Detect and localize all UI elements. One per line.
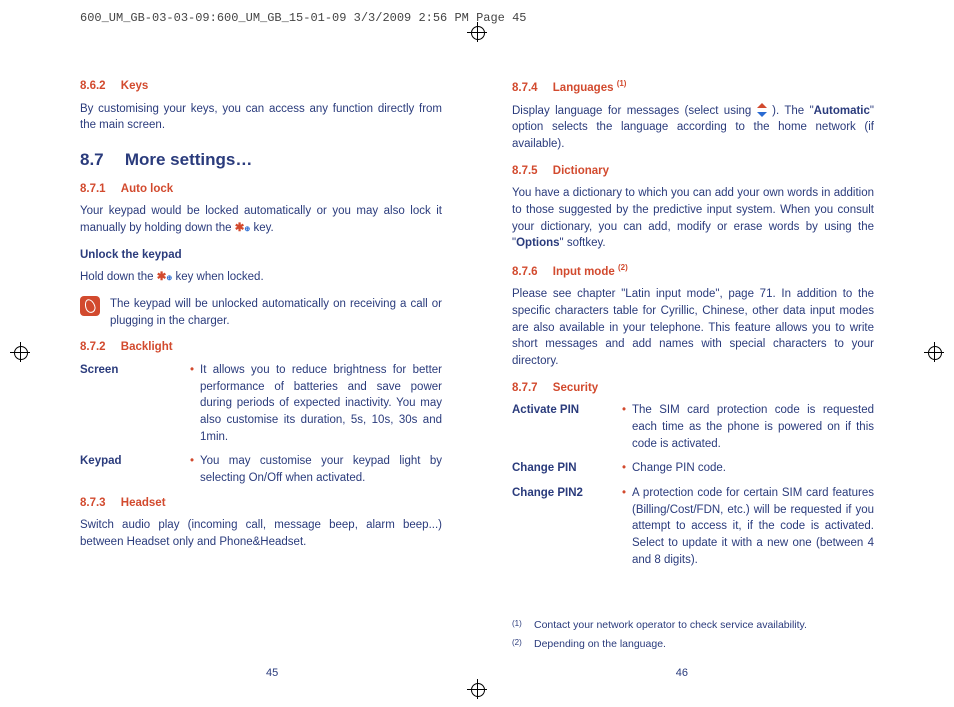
page-number-45: 45 [266, 666, 278, 682]
heading-8-7-1: 8.7.1 Auto lock [80, 181, 442, 198]
footnote-mark: (2) [512, 637, 534, 652]
note-callout: The keypad will be unlocked automaticall… [80, 296, 442, 329]
text-fragment: key when locked. [175, 271, 263, 283]
section-number: 8.7.2 [80, 341, 106, 353]
bold-term: Options [516, 237, 559, 249]
definition-row-change-pin: Change PIN Change PIN code. [512, 460, 874, 477]
definition-desc: It allows you to reduce brightness for b… [190, 362, 442, 445]
heading-8-6-2: 8.6.2 Keys [80, 78, 442, 95]
text-fragment: Display language for messages (select us… [512, 105, 757, 117]
body-text: Please see chapter "Latin input mode", p… [512, 286, 874, 369]
up-down-arrow-icon [757, 103, 767, 117]
heading-8-7-6: 8.7.6 Input mode (2) [512, 262, 874, 281]
section-title: More settings… [125, 150, 253, 169]
section-number: 8.7.7 [512, 382, 538, 394]
body-text: Display language for messages (select us… [512, 103, 874, 153]
body-text: Switch audio play (incoming call, messag… [80, 517, 442, 550]
definition-term: Screen [80, 362, 190, 445]
registration-mark-top [467, 22, 487, 42]
title-text: Languages [553, 82, 617, 94]
definition-desc: Change PIN code. [622, 460, 874, 477]
heading-8-7-3: 8.7.3 Headset [80, 495, 442, 512]
section-number: 8.7.1 [80, 183, 106, 195]
text-fragment: ). The " [772, 105, 814, 117]
heading-8-7: 8.7 More settings… [80, 148, 442, 173]
note-text: The keypad will be unlocked automaticall… [110, 296, 442, 329]
definition-term: Change PIN2 [512, 485, 622, 568]
registration-mark-right [924, 342, 944, 362]
lightbulb-icon [80, 296, 100, 316]
section-number: 8.7.3 [80, 497, 106, 509]
heading-8-7-7: 8.7.7 Security [512, 380, 874, 397]
page-46-column: 8.7.4 Languages (1) Display language for… [512, 70, 874, 677]
heading-8-7-4: 8.7.4 Languages (1) [512, 78, 874, 97]
subheading-unlock: Unlock the keypad [80, 247, 442, 264]
definition-row-activate-pin: Activate PIN The SIM card protection cod… [512, 402, 874, 452]
page-number-46: 46 [676, 666, 688, 682]
registration-mark-bottom [467, 679, 487, 699]
footnote-text: Depending on the language. [534, 637, 666, 652]
section-number: 8.7.5 [512, 165, 538, 177]
imposition-slug: 600_UM_GB-03-03-09:600_UM_GB_15-01-09 3/… [80, 10, 526, 27]
star-key-icon: ✱⊕ [157, 271, 173, 283]
heading-8-7-5: 8.7.5 Dictionary [512, 163, 874, 180]
definition-row-screen: Screen It allows you to reduce brightnes… [80, 362, 442, 445]
section-title: Auto lock [121, 183, 173, 195]
definition-row-keypad: Keypad You may customise your keypad lig… [80, 453, 442, 486]
text-fragment: Hold down the [80, 271, 157, 283]
section-number: 8.7 [80, 150, 104, 169]
page-sheet: 600_UM_GB-03-03-09:600_UM_GB_15-01-09 3/… [0, 0, 954, 707]
text-fragment: " softkey. [560, 237, 606, 249]
footnote-mark: (1) [512, 618, 534, 633]
star-key-icon: ✱⊕ [235, 222, 251, 234]
footnotes: (1) Contact your network operator to che… [512, 618, 874, 651]
footnote-2: (2) Depending on the language. [512, 637, 874, 652]
bold-term: Automatic [814, 105, 870, 117]
footnote-ref: (1) [617, 79, 627, 88]
body-text: By customising your keys, you can access… [80, 101, 442, 134]
section-number: 8.6.2 [80, 80, 106, 92]
footnote-text: Contact your network operator to check s… [534, 618, 807, 633]
definition-desc: The SIM card protection code is requeste… [622, 402, 874, 452]
section-title: Backlight [121, 341, 173, 353]
page-45-column: 8.6.2 Keys By customising your keys, you… [80, 70, 442, 677]
section-title: Input mode (2) [553, 266, 628, 278]
body-text: Hold down the ✱⊕ key when locked. [80, 269, 442, 286]
definition-term: Activate PIN [512, 402, 622, 452]
definition-term: Keypad [80, 453, 190, 486]
definition-term: Change PIN [512, 460, 622, 477]
body-text: You have a dictionary to which you can a… [512, 185, 874, 252]
definition-row-change-pin2: Change PIN2 A protection code for certai… [512, 485, 874, 568]
section-number: 8.7.4 [512, 82, 538, 94]
title-text: Input mode [553, 266, 618, 278]
section-title: Security [553, 382, 598, 394]
definition-desc: A protection code for certain SIM card f… [622, 485, 874, 568]
heading-8-7-2: 8.7.2 Backlight [80, 339, 442, 356]
definition-desc: You may customise your keypad light by s… [190, 453, 442, 486]
section-title: Headset [121, 497, 166, 509]
registration-mark-left [10, 342, 30, 362]
section-title: Languages (1) [553, 82, 627, 94]
footnote-ref: (2) [618, 263, 628, 272]
section-title: Dictionary [553, 165, 609, 177]
footnote-1: (1) Contact your network operator to che… [512, 618, 874, 633]
text-fragment: key. [253, 222, 273, 234]
section-title: Keys [121, 80, 149, 92]
body-text: Your keypad would be locked automaticall… [80, 203, 442, 236]
section-number: 8.7.6 [512, 266, 538, 278]
